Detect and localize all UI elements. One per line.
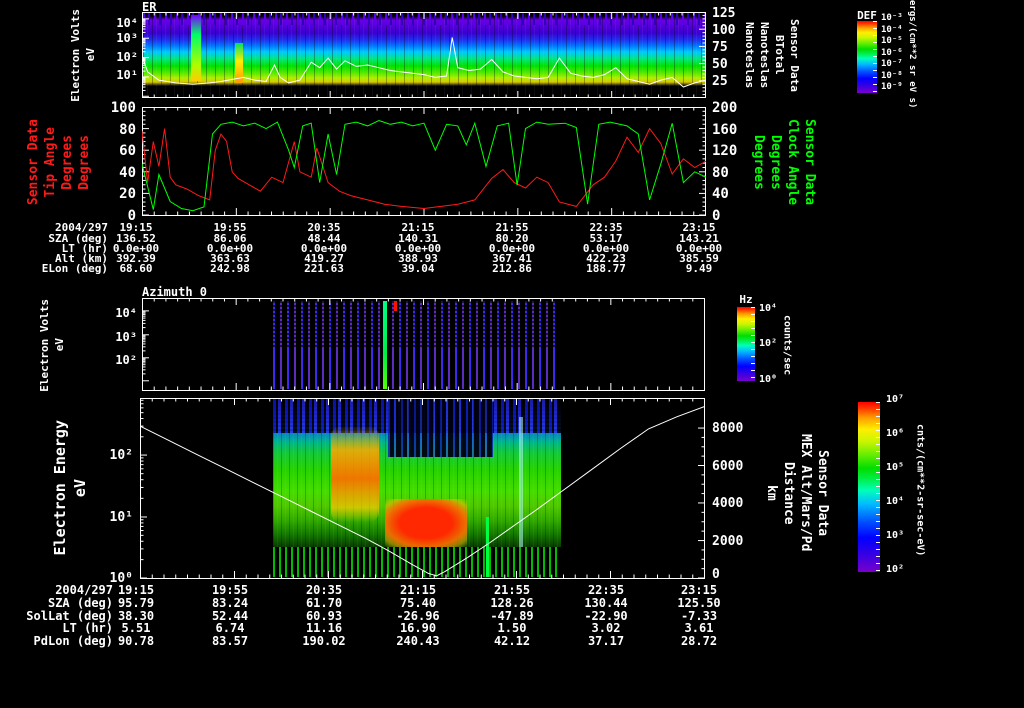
time-tick: 19:15: [117, 583, 155, 597]
time-tick: 19:55: [211, 583, 249, 597]
dist-tick: 8000: [712, 421, 744, 436]
hz-colorbar: [737, 307, 755, 381]
table-row: LT (hr) 5.51 6.74 11.16 16.90 1.50 3.02 …: [62, 621, 714, 635]
hz-colorbar-title: Hz: [739, 293, 753, 306]
azimuth-y-axis-label: Electron Volts eV: [38, 298, 66, 392]
counts-cb-tick: 10³: [886, 530, 905, 541]
energy-ytick: 10¹: [109, 510, 133, 525]
er-ylabel-line1: Electron Volts: [69, 8, 82, 102]
er-ytick: 10¹: [116, 68, 138, 82]
hz-cb-tick: 10⁴: [759, 303, 778, 314]
def-cb-tick: 10⁻³: [881, 13, 903, 23]
azimuth-spectrogram-plot: [142, 298, 705, 391]
tip-angle-axis-label: Sensor Data Tip Angle Degrees Degrees: [26, 118, 92, 206]
table-row: SolLat (deg) 38.30 52.44 60.93 -26.96 -4…: [26, 609, 718, 623]
energy-spectrogram-image: [273, 399, 561, 577]
table-row: 2004/297 19:15 19:55 20:35 21:15 21:55 2…: [0, 583, 1024, 597]
counts-cb-tick: 10⁴: [886, 496, 905, 507]
def-cb-tick: 10⁻⁴: [881, 25, 903, 35]
clock-angle-axis-label: Sensor Data Clock Angle Degrees Degrees: [751, 118, 817, 206]
dist-tick: 0: [712, 567, 720, 582]
azimuth-plot-title: Azimuth 0: [142, 285, 208, 299]
hz-cb-tick: 10⁰: [759, 374, 778, 385]
angle-ltick: 100: [110, 100, 136, 116]
angle-ltick: 40: [119, 165, 136, 181]
time-tick: 23:15: [680, 583, 718, 597]
table-row: SZA (deg) 95.79 83.24 61.70 75.40 128.26…: [47, 596, 721, 610]
er-ylabel-line2: eV: [84, 48, 97, 62]
angle-rtick: 200: [712, 100, 738, 116]
table-row: ELon (deg) 68.60 242.98 221.63 39.04 212…: [41, 262, 713, 275]
angle-ltick: 80: [119, 122, 136, 138]
angle-ltick: 20: [119, 186, 136, 202]
er-spectrogram-plot: [142, 12, 706, 98]
angle-rtick: 160: [712, 122, 738, 138]
plot-page: ER Electron Volts eV 10⁴ 10³ 10² 10¹ 125…: [0, 0, 1024, 708]
hz-cb-tick: 10²: [759, 338, 778, 349]
btotal-axis-label: Sensor Data BTotal Nanoteslas Nanoteslas: [743, 18, 801, 92]
btotal-tick: 75: [712, 40, 728, 55]
er-ytick: 10⁴: [116, 16, 138, 30]
btotal-tick: 100: [712, 23, 736, 38]
angle-rtick: 80: [712, 165, 729, 181]
dist-tick: 6000: [712, 459, 744, 474]
angle-rtick: 120: [712, 143, 738, 159]
er-y-axis-label: Electron Volts eV: [66, 9, 100, 102]
azimuth-ytick: 10²: [115, 353, 137, 367]
dist-tick: 2000: [712, 534, 744, 549]
time-tick: 21:55: [493, 583, 531, 597]
counts-cb-tick: 10⁵: [886, 462, 905, 473]
energy-y-axis-label: Electron Energy eV: [51, 420, 89, 556]
angle-plot: [142, 107, 706, 216]
table-row: PdLon (deg) 90.78 83.57 190.02 240.43 42…: [33, 634, 718, 648]
azimuth-ytick: 10³: [115, 330, 137, 344]
def-colorbar-unit: ergs/(cm**2 sr eV s): [907, 0, 917, 109]
btotal-tick: 125: [712, 6, 736, 21]
dist-tick: 4000: [712, 496, 744, 511]
distance-axis-label: Sensor Data MEX Alt/Mars/Pd Distance km: [764, 434, 830, 552]
energy-spectrogram-plot: [140, 398, 705, 579]
time-tick: 21:15: [399, 583, 437, 597]
def-cb-tick: 10⁻⁹: [881, 82, 903, 92]
counts-colorbar-unit: cnts/(cm**2-sr-sec-eV): [914, 423, 926, 557]
azimuth-ytick: 10⁴: [115, 306, 137, 320]
def-colorbar: [857, 21, 877, 93]
counts-colorbar: [858, 402, 880, 572]
btotal-tick: 50: [712, 57, 728, 72]
counts-cb-tick: 10⁶: [886, 428, 905, 439]
er-ytick: 10³: [116, 31, 138, 45]
counts-cb-tick: 10²: [886, 564, 905, 575]
time-tick: 20:35: [305, 583, 343, 597]
hz-colorbar-unit: counts/sec: [781, 314, 793, 376]
er-ytick: 10²: [116, 50, 138, 64]
def-cb-tick: 10⁻⁸: [881, 71, 903, 81]
btotal-tick: 25: [712, 74, 728, 89]
time-tick: 22:35: [587, 583, 625, 597]
counts-cb-tick: 10⁷: [886, 394, 905, 405]
def-cb-tick: 10⁻⁷: [881, 59, 903, 69]
def-cb-tick: 10⁻⁵: [881, 36, 903, 46]
def-cb-tick: 10⁻⁶: [881, 48, 903, 58]
energy-ytick: 10²: [109, 448, 133, 463]
angle-ltick: 60: [119, 143, 136, 159]
angle-rtick: 40: [712, 186, 729, 202]
